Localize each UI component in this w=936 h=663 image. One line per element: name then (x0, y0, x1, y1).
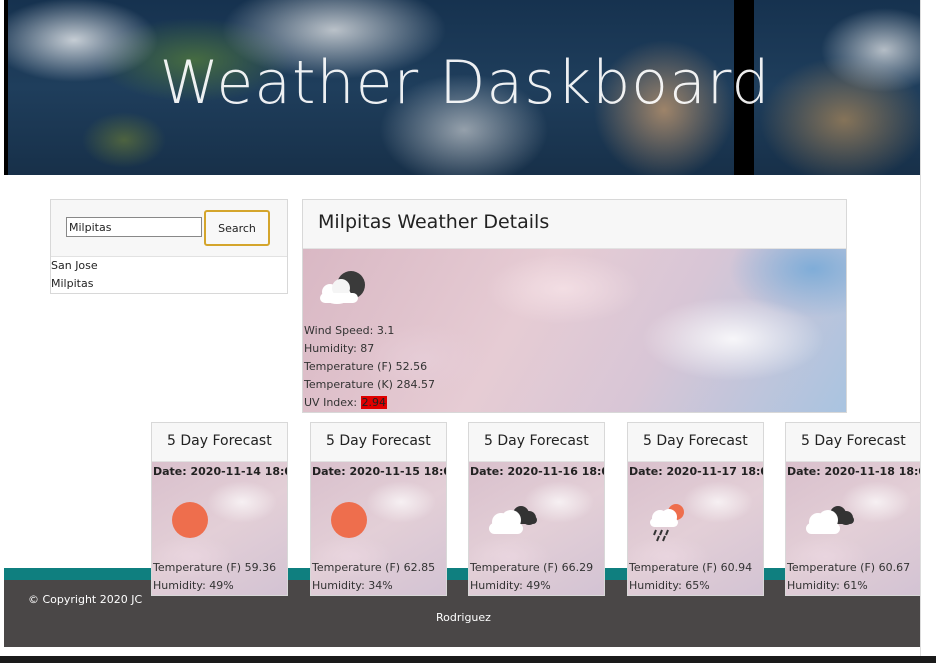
current-weather-card: Milpitas Weather Details Wind Speed: 3.1… (302, 199, 847, 413)
forecast-date: Date: 2020-11-18 18:00:00 (787, 465, 921, 478)
forecast-card: 5 Day Forecast Date: 2020-11-16 18:00:00… (468, 422, 605, 596)
forecast-card: 5 Day Forecast Date: 2020-11-17 18:00:00… (627, 422, 764, 596)
forecast-date: Date: 2020-11-15 18:00:00 (312, 465, 446, 478)
temperature-f: Temperature (F) 52.56 (304, 360, 428, 373)
rain-sun-icon (650, 504, 684, 542)
sun-icon (172, 502, 208, 538)
search-button[interactable]: Search (204, 210, 270, 246)
uv-index: UV Index: 2.94 (304, 396, 388, 409)
forecast-title: 5 Day Forecast (484, 433, 589, 449)
temperature-k: Temperature (K) 284.57 (304, 378, 435, 391)
uv-index-badge: 2.94 (360, 396, 388, 409)
history-item-milpitas[interactable]: Milpitas (51, 275, 287, 293)
forecast-title: 5 Day Forecast (801, 433, 906, 449)
humidity: Humidity: 87 (304, 342, 375, 355)
forecast-humidity: Humidity: 61% (787, 579, 868, 592)
copyright-text-continued: Rodriguez (436, 611, 491, 624)
forecast-date: Date: 2020-11-14 18:00:00 (153, 465, 287, 478)
forecast-humidity: Humidity: 49% (153, 579, 234, 592)
sun-icon (331, 502, 367, 538)
forecast-temperature: Temperature (F) 60.94 (629, 561, 753, 574)
night-cloud-icon (320, 271, 365, 304)
current-weather-title: Milpitas Weather Details (318, 211, 550, 233)
forecast-temperature: Temperature (F) 60.67 (787, 561, 911, 574)
copyright-text: © Copyright 2020 JC (28, 593, 143, 606)
city-search-input[interactable] (66, 217, 202, 237)
search-panel: Search San Jose Milpitas (50, 199, 288, 294)
wind-speed: Wind Speed: 3.1 (304, 324, 395, 337)
forecast-date: Date: 2020-11-16 18:00:00 (470, 465, 604, 478)
footer: © Copyright 2020 JC Rodriguez (4, 580, 920, 647)
forecast-card: 5 Day Forecast Date: 2020-11-18 18:00:00… (785, 422, 922, 596)
broken-clouds-icon (806, 506, 854, 534)
forecast-temperature: Temperature (F) 62.85 (312, 561, 436, 574)
forecast-temperature: Temperature (F) 59.36 (153, 561, 277, 574)
forecast-temperature: Temperature (F) 66.29 (470, 561, 594, 574)
forecast-humidity: Humidity: 34% (312, 579, 393, 592)
forecast-card: 5 Day Forecast Date: 2020-11-15 18:00:00… (310, 422, 447, 596)
sky-background: Wind Speed: 3.1 Humidity: 87 Temperature… (303, 249, 846, 412)
forecast-title: 5 Day Forecast (643, 433, 748, 449)
forecast-date: Date: 2020-11-17 18:00:00 (629, 465, 763, 478)
footer-accent-bar (4, 568, 920, 580)
forecast-title: 5 Day Forecast (167, 433, 272, 449)
forecast-humidity: Humidity: 49% (470, 579, 551, 592)
history-item-san-jose[interactable]: San Jose (51, 257, 287, 275)
broken-clouds-icon (489, 506, 537, 534)
forecast-humidity: Humidity: 65% (629, 579, 710, 592)
forecast-card: 5 Day Forecast Date: 2020-11-14 18:00:00… (151, 422, 288, 596)
page-title: Weather Daskboard (159, 48, 771, 118)
forecast-title: 5 Day Forecast (326, 433, 431, 449)
uv-index-label: UV Index: (304, 396, 361, 409)
